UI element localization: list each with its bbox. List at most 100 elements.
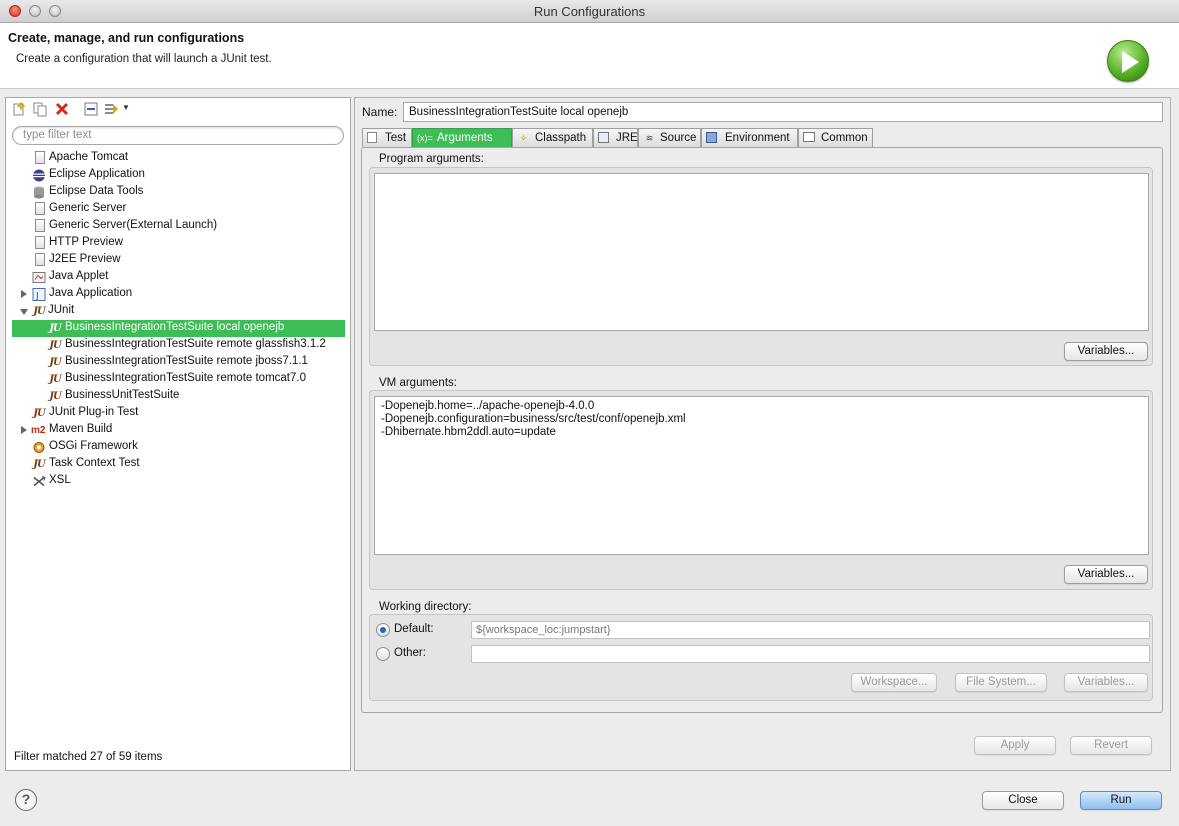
tree-item-j2ee-preview[interactable]: J2EE Preview bbox=[6, 252, 350, 269]
apply-button[interactable]: Apply bbox=[974, 736, 1056, 755]
filter-configurations-icon[interactable] bbox=[103, 101, 119, 117]
revert-button[interactable]: Revert bbox=[1070, 736, 1152, 755]
vm-arguments-label: VM arguments: bbox=[379, 377, 457, 389]
tree-item-eclipse-application[interactable]: Eclipse Application bbox=[6, 167, 350, 184]
help-icon[interactable]: ? bbox=[15, 789, 37, 811]
tree-item-bits-remote-glassfish[interactable]: JU BusinessIntegrationTestSuite remote g… bbox=[6, 337, 350, 354]
environment-tab-icon bbox=[706, 132, 717, 143]
tree-item-label: Java Applet bbox=[49, 270, 109, 282]
tree-item-label: Generic Server(External Launch) bbox=[49, 219, 218, 231]
program-variables-button[interactable]: Variables... bbox=[1064, 342, 1148, 361]
classpath-tab-icon: ✧ bbox=[519, 133, 528, 143]
tree-item-apache-tomcat[interactable]: Apache Tomcat bbox=[6, 150, 350, 167]
tree-item-label: BusinessUnitTestSuite bbox=[65, 389, 180, 401]
window-titlebar: Run Configurations bbox=[0, 0, 1179, 23]
tree-item-label: BusinessIntegrationTestSuite remote jbos… bbox=[65, 355, 308, 367]
filter-status-text: Filter matched 27 of 59 items bbox=[14, 751, 163, 763]
other-directory-field[interactable] bbox=[471, 645, 1150, 663]
tree-item-label: BusinessIntegrationTestSuite remote tomc… bbox=[65, 372, 306, 384]
tree-item-osgi-framework[interactable]: OSGi Framework bbox=[6, 439, 350, 456]
tree-item-junit[interactable]: JU JUnit bbox=[6, 303, 350, 320]
working-directory-group: Default: ${workspace_loc:jumpstart} Othe… bbox=[369, 614, 1153, 701]
java-app-icon: J bbox=[32, 288, 46, 302]
program-arguments-label: Program arguments: bbox=[379, 153, 484, 165]
tree-item-xsl[interactable]: XSL bbox=[6, 473, 350, 490]
other-radio[interactable] bbox=[376, 647, 390, 661]
junit-plugin-icon: JU bbox=[33, 408, 45, 419]
osgi-icon bbox=[33, 442, 45, 453]
junit-icon: JU bbox=[33, 306, 45, 317]
program-arguments-group: Variables... bbox=[369, 167, 1153, 366]
tree-item-label: XSL bbox=[49, 474, 71, 486]
arguments-tab-body: Program arguments: Variables... VM argum… bbox=[361, 147, 1163, 713]
tree-item-bits-remote-jboss[interactable]: JU BusinessIntegrationTestSuite remote j… bbox=[6, 354, 350, 371]
name-label: Name: bbox=[362, 105, 398, 119]
banner-subtitle: Create a configuration that will launch … bbox=[16, 53, 272, 65]
tab-common[interactable]: Common bbox=[798, 128, 873, 147]
workspace-button[interactable]: Workspace... bbox=[851, 673, 937, 692]
tree-item-label: BusinessIntegrationTestSuite local opene… bbox=[65, 321, 285, 333]
tab-environment[interactable]: Environment bbox=[701, 128, 798, 147]
tree-item-java-applet[interactable]: Java Applet bbox=[6, 269, 350, 286]
eclipse-icon bbox=[33, 169, 45, 182]
junit-icon: JU bbox=[49, 323, 61, 334]
tree-item-generic-server[interactable]: Generic Server bbox=[6, 201, 350, 218]
default-radio[interactable] bbox=[376, 623, 390, 637]
tree-toolbar: ▼ bbox=[6, 98, 350, 120]
run-launch-icon bbox=[1107, 40, 1149, 82]
tree-item-bits-local-openejb[interactable]: JU BusinessIntegrationTestSuite local op… bbox=[6, 320, 350, 337]
source-tab-icon: ≋ bbox=[645, 133, 654, 143]
arguments-tab-icon: (x)= bbox=[417, 133, 433, 143]
tree-item-junit-plugin-test[interactable]: JU JUnit Plug-in Test bbox=[6, 405, 350, 422]
tree-item-label: Eclipse Application bbox=[49, 168, 145, 180]
expand-arrow-icon[interactable] bbox=[21, 290, 27, 298]
tree-item-label: Eclipse Data Tools bbox=[49, 185, 144, 197]
run-button[interactable]: Run bbox=[1080, 791, 1162, 810]
applet-icon bbox=[32, 272, 46, 283]
tab-jre[interactable]: JRE bbox=[593, 128, 638, 147]
expand-arrow-icon[interactable] bbox=[21, 426, 27, 434]
vm-arguments-textarea[interactable]: -Dopenejb.home=../apache-openejb-4.0.0 -… bbox=[374, 396, 1149, 555]
close-button[interactable]: Close bbox=[982, 791, 1064, 810]
test-tab-icon bbox=[367, 132, 377, 143]
file-system-button[interactable]: File System... bbox=[955, 673, 1047, 692]
filter-field[interactable] bbox=[12, 126, 344, 145]
program-arguments-textarea[interactable] bbox=[374, 173, 1149, 331]
tree-item-label: JUnit bbox=[48, 304, 75, 316]
tree-item-business-unit-test-suite[interactable]: JU BusinessUnitTestSuite bbox=[6, 388, 350, 405]
new-configuration-icon[interactable] bbox=[11, 101, 27, 117]
default-directory-field: ${workspace_loc:jumpstart} bbox=[471, 621, 1150, 639]
tree-item-generic-server-external[interactable]: Generic Server(External Launch) bbox=[6, 218, 350, 235]
default-radio-label: Default: bbox=[394, 623, 434, 635]
filter-menu-chevron-icon[interactable]: ▼ bbox=[122, 103, 130, 112]
collapse-arrow-icon[interactable] bbox=[20, 309, 28, 315]
tree-item-label: Java Application bbox=[49, 287, 133, 299]
tree-item-label: Generic Server bbox=[49, 202, 127, 214]
other-radio-label: Other: bbox=[394, 647, 426, 659]
tree-item-label: BusinessIntegrationTestSuite remote glas… bbox=[65, 338, 326, 350]
tree-item-maven-build[interactable]: m2 Maven Build bbox=[6, 422, 350, 439]
name-field[interactable]: BusinessIntegrationTestSuite local opene… bbox=[403, 102, 1163, 122]
tree-item-eclipse-data-tools[interactable]: Eclipse Data Tools bbox=[6, 184, 350, 201]
tree-item-label: Apache Tomcat bbox=[49, 151, 129, 163]
tab-source[interactable]: ≋ Source bbox=[638, 128, 701, 147]
delete-configuration-icon[interactable] bbox=[54, 101, 70, 117]
tree-item-bits-remote-tomcat[interactable]: JU BusinessIntegrationTestSuite remote t… bbox=[6, 371, 350, 388]
tree-item-label: JUnit Plug-in Test bbox=[49, 406, 139, 418]
working-dir-variables-button[interactable]: Variables... bbox=[1064, 673, 1148, 692]
server-icon bbox=[35, 236, 45, 249]
tab-test[interactable]: Test bbox=[362, 128, 412, 147]
duplicate-configuration-icon[interactable] bbox=[32, 101, 48, 117]
vm-variables-button[interactable]: Variables... bbox=[1064, 565, 1148, 584]
tree-item-task-context-test[interactable]: JU Task Context Test bbox=[6, 456, 350, 473]
banner-heading: Create, manage, and run configurations bbox=[8, 31, 245, 45]
working-directory-label: Working directory: bbox=[379, 601, 472, 613]
xsl-icon bbox=[33, 476, 46, 487]
tree-item-java-application[interactable]: J Java Application bbox=[6, 286, 350, 303]
tree-item-http-preview[interactable]: HTTP Preview bbox=[6, 235, 350, 252]
tab-classpath[interactable]: ✧ Classpath bbox=[512, 128, 593, 147]
filter-input[interactable] bbox=[23, 129, 333, 141]
collapse-all-icon[interactable] bbox=[83, 101, 99, 117]
tree-item-label: J2EE Preview bbox=[49, 253, 121, 265]
tab-arguments[interactable]: (x)= Arguments bbox=[412, 128, 512, 147]
